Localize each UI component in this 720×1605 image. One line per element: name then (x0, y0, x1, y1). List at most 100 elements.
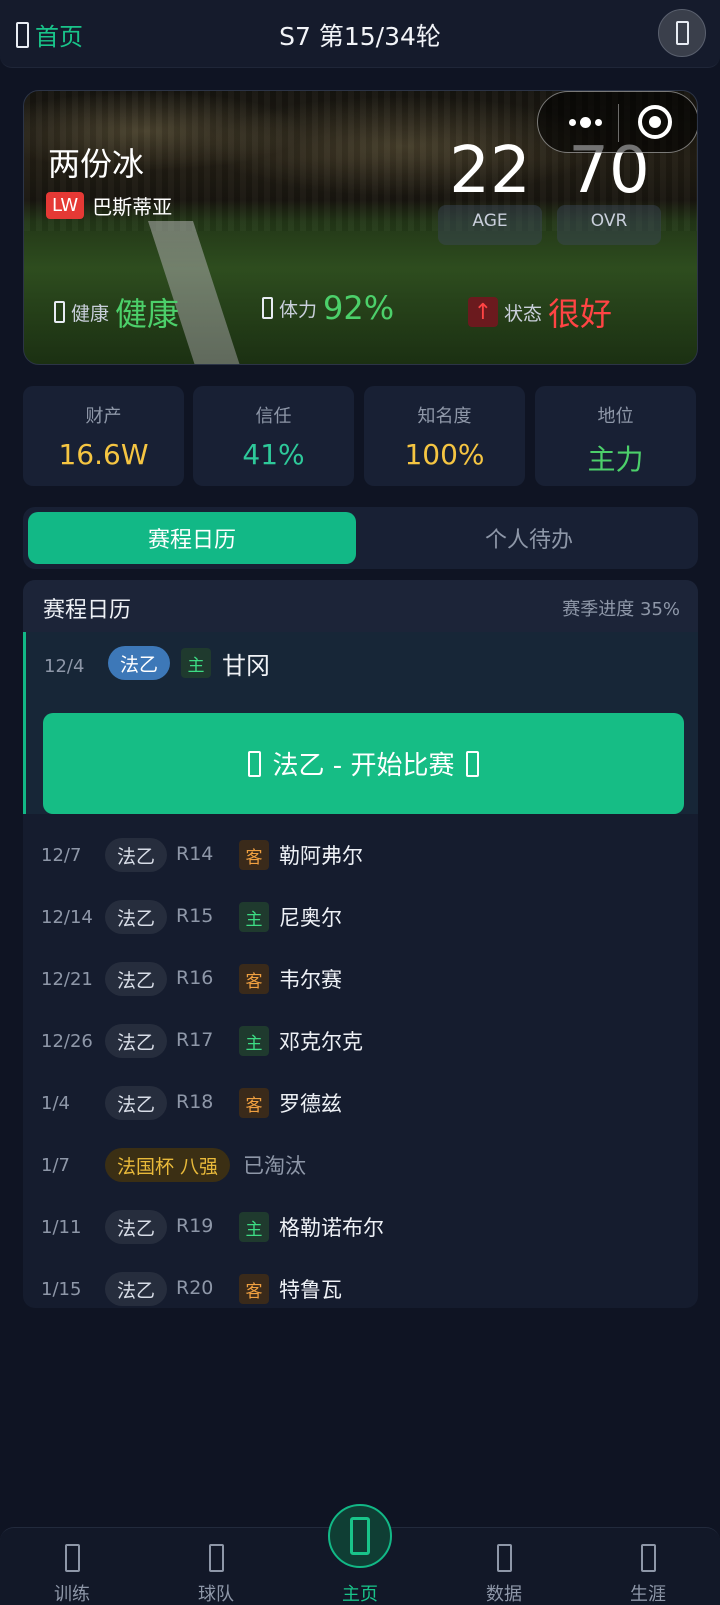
start-match-button[interactable]: 法乙 - 开始比赛 (43, 713, 684, 814)
player-name: 两份冰 (48, 145, 145, 183)
attr-value: 41% (242, 438, 305, 471)
eliminated-label: 已淘汰 (243, 1154, 306, 1178)
ovr-label: OVR (590, 211, 628, 231)
close-target-icon[interactable] (638, 105, 672, 139)
schedule-title: 赛程日历 (43, 598, 132, 623)
cup-competition-badge: 法国杯 八强 (105, 1148, 231, 1182)
nav-training[interactable]: 训练 (0, 1528, 144, 1605)
stamina-label: 体力 (279, 298, 318, 321)
stamina-status: 体力 92% (262, 289, 394, 327)
miniprogram-capsule (537, 91, 697, 153)
current-match: 12/4 法乙 主 甘冈 法乙 - 开始比赛 (23, 632, 698, 814)
match-date: 12/7 (41, 845, 82, 866)
away-badge: 客 (239, 840, 269, 870)
match-row[interactable]: 1/4 法乙 R18 客 罗德兹 (23, 1072, 698, 1134)
opponent-name: 罗德兹 (279, 1092, 342, 1116)
match-row[interactable]: 1/11 法乙 R19 主 格勒诺布尔 (23, 1196, 698, 1258)
attr-label: 财产 (85, 406, 122, 427)
match-date: 1/4 (41, 1093, 70, 1114)
home-badge: 主 (181, 648, 211, 678)
competition-badge: 法乙 (105, 1086, 168, 1120)
match-date: 1/11 (41, 1217, 82, 1238)
form-value: 很好 (548, 295, 613, 333)
nav-label: 训练 (54, 1584, 90, 1605)
match-date: 12/26 (41, 1031, 93, 1052)
settings-button[interactable] (658, 9, 706, 57)
data-icon (496, 1544, 512, 1572)
competition-badge: 法乙 (105, 1024, 168, 1058)
opponent-name: 韦尔赛 (279, 968, 342, 992)
tab-todo[interactable]: 个人待办 (365, 512, 693, 564)
nav-team[interactable]: 球队 (144, 1528, 288, 1605)
competition-badge: 法乙 (105, 1272, 168, 1306)
opponent-name: 勒阿弗尔 (279, 844, 363, 868)
nav-label: 数据 (486, 1584, 522, 1605)
match-row[interactable]: 1/15 法乙 R20 客 特鲁瓦 (23, 1258, 698, 1308)
round-label: R19 (176, 1215, 214, 1237)
stamina-icon (262, 297, 273, 319)
match-row[interactable]: 12/21 法乙 R16 客 韦尔赛 (23, 948, 698, 1010)
tab-bar: 赛程日历 个人待办 (23, 507, 698, 569)
nav-label: 主页 (342, 1584, 378, 1605)
match-row[interactable]: 12/14 法乙 R15 主 尼奥尔 (23, 886, 698, 948)
top-bar: 首页 S7 第15/34轮 (0, 0, 720, 68)
match-date: 1/7 (41, 1155, 70, 1176)
match-date: 12/21 (41, 969, 93, 990)
position-badge: LW (46, 192, 85, 219)
away-badge: 客 (239, 964, 269, 994)
nav-data[interactable]: 数据 (432, 1528, 576, 1605)
nav-career[interactable]: 生涯 (576, 1528, 720, 1605)
match-date: 12/14 (41, 907, 93, 928)
tab-schedule[interactable]: 赛程日历 (28, 512, 356, 564)
round-label: R16 (176, 967, 214, 989)
health-label: 健康 (71, 302, 110, 325)
schedule-header: 赛程日历 赛季进度 35% (23, 580, 698, 632)
settings-icon (675, 21, 689, 45)
round-label: R15 (176, 905, 214, 927)
start-match-label: 法乙 - 开始比赛 (272, 751, 455, 781)
career-icon (640, 1544, 656, 1572)
home-badge: 主 (239, 1212, 269, 1242)
away-badge: 客 (239, 1088, 269, 1118)
more-icon[interactable] (558, 100, 613, 144)
competition-badge: 法乙 (105, 900, 168, 934)
competition-badge: 法乙 (105, 1210, 168, 1244)
away-badge: 客 (239, 1274, 269, 1304)
home-badge: 主 (239, 1026, 269, 1056)
age-stat: 22 AGE (438, 135, 542, 245)
health-value: 健康 (115, 295, 180, 333)
attr-label: 信任 (255, 406, 292, 427)
stamina-value: 92% (323, 289, 395, 327)
opponent-name: 格勒诺布尔 (279, 1216, 384, 1240)
position-row: LW 巴斯蒂亚 (46, 191, 172, 220)
health-status: 健康 健康 (54, 289, 179, 335)
match-row[interactable]: 1/7 法国杯 八强 已淘汰 (23, 1134, 698, 1196)
home-nav-bubble[interactable] (328, 1504, 392, 1568)
team-icon (208, 1544, 224, 1572)
attr-card-wealth: 财产 16.6W (23, 386, 184, 486)
round-label: R17 (176, 1029, 214, 1051)
attr-value: 主力 (587, 443, 644, 476)
age-label: AGE (472, 211, 508, 231)
attr-label: 知名度 (417, 406, 472, 427)
round-label: R20 (176, 1277, 214, 1299)
form-status: ↑ 状态 很好 (468, 289, 612, 335)
competition-badge: 法乙 (105, 962, 168, 996)
attr-value: 16.6W (58, 438, 149, 471)
attr-card-trust: 信任 41% (193, 386, 354, 486)
home-badge: 主 (239, 902, 269, 932)
season-progress: 赛季进度 35% (562, 599, 680, 620)
ball-icon (466, 750, 480, 777)
match-row[interactable]: 12/26 法乙 R17 主 邓克尔克 (23, 1010, 698, 1072)
attr-card-status: 地位 主力 (535, 386, 696, 486)
training-icon (64, 1544, 80, 1572)
round-label: R18 (176, 1091, 214, 1113)
opponent-name: 邓克尔克 (279, 1030, 363, 1054)
competition-badge: 法乙 (105, 838, 168, 872)
page-title: S7 第15/34轮 (279, 22, 441, 51)
arrow-up-icon: ↑ (468, 297, 498, 327)
home-icon (350, 1517, 370, 1555)
match-row[interactable]: 12/7 法乙 R14 客 勒阿弗尔 (23, 824, 698, 886)
age-value: 22 (449, 134, 531, 208)
attr-card-fame: 知名度 100% (364, 386, 525, 486)
